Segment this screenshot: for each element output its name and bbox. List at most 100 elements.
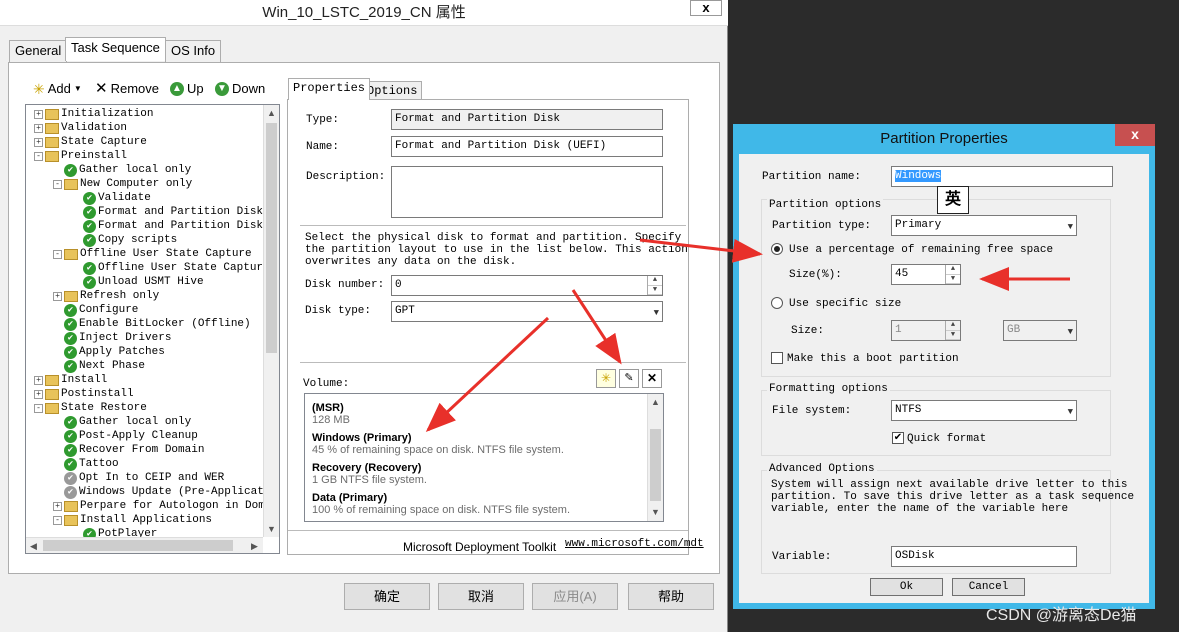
- scroll-right-icon[interactable]: ▶: [247, 538, 262, 553]
- down-button[interactable]: ▼ Down: [215, 80, 265, 98]
- volume-list[interactable]: (MSR) 128 MB Windows (Primary) 45 % of r…: [304, 393, 664, 522]
- size-pct-field[interactable]: 45 ▲ ▼: [891, 264, 961, 285]
- tree-horizontal-scrollbar[interactable]: ◀ ▶: [26, 537, 263, 553]
- tree-item[interactable]: ✔ Post-Apply Cleanup: [53, 429, 198, 443]
- collapse-icon[interactable]: -: [34, 151, 43, 161]
- tree-item[interactable]: + Perpare for Autologon in Domai: [53, 499, 278, 513]
- tree-item[interactable]: ✔ Recover From Domain: [53, 443, 204, 457]
- dialog-ok-button[interactable]: Ok: [870, 578, 943, 596]
- tree-item[interactable]: ✔ Enable BitLocker (Offline): [53, 317, 251, 331]
- h-scroll-thumb[interactable]: [43, 540, 233, 551]
- tree-item[interactable]: + Postinstall: [34, 387, 134, 401]
- expand-icon[interactable]: +: [34, 137, 43, 147]
- scroll-thumb[interactable]: [650, 429, 661, 501]
- use-percentage-radio[interactable]: [771, 243, 783, 255]
- partition-name-field[interactable]: Windows: [891, 166, 1113, 187]
- disk-number-spinner[interactable]: ▲ ▼: [647, 276, 662, 295]
- task-sequence-tree[interactable]: + Initialization + Validation + State Capture…: [25, 104, 280, 554]
- scroll-up-icon[interactable]: ▲: [648, 394, 663, 410]
- scroll-down-icon[interactable]: ▼: [264, 521, 279, 537]
- partition-type-select[interactable]: Primary ▼: [891, 215, 1077, 236]
- dialog-close-button[interactable]: x: [1115, 124, 1155, 146]
- tree-item[interactable]: ✔ Apply Patches: [53, 345, 165, 359]
- quick-format-checkbox[interactable]: ✔: [892, 432, 904, 444]
- tree-item[interactable]: ✔ Gather local only: [53, 415, 191, 429]
- description-field[interactable]: [391, 166, 663, 218]
- expand-icon[interactable]: +: [53, 501, 62, 511]
- collapse-icon[interactable]: -: [34, 403, 43, 413]
- tree-item[interactable]: + Initialization: [34, 107, 153, 121]
- tree-item[interactable]: - Offline User State Capture: [53, 247, 252, 261]
- tree-item[interactable]: ✔ Validate: [72, 191, 151, 205]
- tab-os-info[interactable]: OS Info: [165, 40, 222, 62]
- apply-button[interactable]: 应用(A): [532, 583, 618, 610]
- expand-icon[interactable]: +: [34, 389, 43, 399]
- tree-item[interactable]: - Install Applications: [53, 513, 212, 527]
- tree-item[interactable]: ✔ Offline User State Capture: [72, 261, 270, 275]
- expand-icon[interactable]: +: [34, 375, 43, 385]
- volume-scrollbar[interactable]: ▲ ▼: [647, 394, 663, 521]
- tree-item[interactable]: ✔ Inject Drivers: [53, 331, 171, 345]
- spin-down-icon[interactable]: ▼: [946, 331, 960, 340]
- spin-up-icon[interactable]: ▲: [648, 276, 662, 286]
- remove-button[interactable]: ✕ Remove: [95, 80, 159, 98]
- tree-item[interactable]: ✔ Copy scripts: [72, 233, 177, 247]
- close-button[interactable]: x: [690, 0, 722, 16]
- tab-properties[interactable]: Properties: [288, 78, 371, 100]
- delete-volume-icon[interactable]: ✕: [642, 369, 662, 388]
- edit-volume-icon[interactable]: ✎: [619, 369, 639, 388]
- scroll-thumb[interactable]: [266, 123, 277, 353]
- tree-item[interactable]: + Install: [34, 373, 107, 387]
- tree-vertical-scrollbar[interactable]: ▲ ▼: [263, 105, 279, 537]
- collapse-icon[interactable]: -: [53, 249, 62, 259]
- cancel-button[interactable]: 取消: [438, 583, 524, 610]
- volume-name[interactable]: Data (Primary): [312, 492, 387, 504]
- tree-item[interactable]: ✔ Configure: [53, 303, 138, 317]
- dialog-cancel-button[interactable]: Cancel: [952, 578, 1025, 596]
- tree-item[interactable]: ✔ Format and Partition Disk (: [72, 219, 276, 233]
- spin-down-icon[interactable]: ▼: [648, 286, 662, 295]
- variable-field[interactable]: OSDisk: [891, 546, 1077, 567]
- tree-item[interactable]: + Refresh only: [53, 289, 159, 303]
- volume-name[interactable]: Windows (Primary): [312, 432, 412, 444]
- tree-item[interactable]: ✔ Next Phase: [53, 359, 145, 373]
- size-pct-spinner[interactable]: ▲ ▼: [945, 265, 960, 284]
- size-field[interactable]: 1 ▲ ▼: [891, 320, 961, 341]
- disk-number-field[interactable]: 0 ▲ ▼: [391, 275, 663, 296]
- file-system-select[interactable]: NTFS ▼: [891, 400, 1077, 421]
- scroll-left-icon[interactable]: ◀: [26, 538, 41, 553]
- spin-up-icon[interactable]: ▲: [946, 265, 960, 275]
- tree-item[interactable]: - Preinstall: [34, 149, 127, 163]
- tab-general[interactable]: General: [9, 40, 68, 62]
- add-button[interactable]: ✳ Add ▼: [33, 80, 82, 98]
- tab-task-sequence[interactable]: Task Sequence: [65, 37, 166, 61]
- tree-item[interactable]: + Validation: [34, 121, 127, 135]
- name-field[interactable]: Format and Partition Disk (UEFI): [391, 136, 663, 157]
- tree-item[interactable]: ✔ Opt In to CEIP and WER: [53, 471, 224, 485]
- tree-item[interactable]: ✔ Format and Partition Disk (: [72, 205, 276, 219]
- collapse-icon[interactable]: -: [53, 179, 62, 189]
- spin-up-icon[interactable]: ▲: [946, 321, 960, 331]
- size-spinner[interactable]: ▲ ▼: [945, 321, 960, 340]
- use-specific-radio[interactable]: [771, 297, 783, 309]
- tree-item[interactable]: ✔ Unload USMT Hive: [72, 275, 204, 289]
- expand-icon[interactable]: +: [53, 291, 62, 301]
- tree-item[interactable]: ✔ Windows Update (Pre-Applicatio: [53, 485, 277, 499]
- tree-item[interactable]: + State Capture: [34, 135, 147, 149]
- tree-item[interactable]: ✔ Tattoo: [53, 457, 119, 471]
- volume-name[interactable]: Recovery (Recovery): [312, 462, 421, 474]
- tree-item[interactable]: - State Restore: [34, 401, 147, 415]
- scroll-down-icon[interactable]: ▼: [648, 504, 663, 520]
- disk-type-select[interactable]: GPT ▼: [391, 301, 663, 322]
- tree-item[interactable]: - New Computer only: [53, 177, 192, 191]
- scroll-up-icon[interactable]: ▲: [264, 105, 279, 121]
- tree-item[interactable]: ✔ Gather local only: [53, 163, 191, 177]
- mdt-link[interactable]: www.microsoft.com/mdt: [565, 537, 704, 551]
- size-unit-select[interactable]: GB ▼: [1003, 320, 1077, 341]
- new-volume-icon[interactable]: ✳: [596, 369, 616, 388]
- collapse-icon[interactable]: -: [53, 515, 62, 525]
- expand-icon[interactable]: +: [34, 123, 43, 133]
- tab-options[interactable]: Options: [362, 81, 423, 101]
- expand-icon[interactable]: +: [34, 109, 43, 119]
- boot-partition-checkbox[interactable]: [771, 352, 783, 364]
